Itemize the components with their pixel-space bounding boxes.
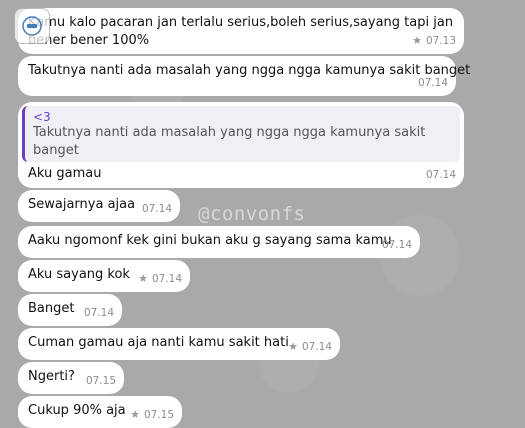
message-meta: ★ 07.14 xyxy=(288,338,332,356)
message-time: 07.14 xyxy=(301,341,332,353)
star-icon: ★ xyxy=(412,34,422,47)
reply-quote[interactable]: <3 Takutnya nanti ada masalah yang ngga … xyxy=(22,106,460,162)
message-meta: ★ 07.14 xyxy=(138,270,182,288)
app-overlay-icon[interactable] xyxy=(14,8,50,44)
message-text: Aku gamau xyxy=(28,166,102,181)
star-icon: ★ xyxy=(130,408,140,421)
message-text: Cuman gamau aja nanti kamu sakit hati xyxy=(28,335,289,350)
message-time: 07.14 xyxy=(141,203,172,215)
message-bubble[interactable]: Cukup 90% aja ★ 07.15 xyxy=(18,396,182,428)
message-meta: 07.14 xyxy=(382,236,412,254)
message-meta: ★ 07.13 xyxy=(412,32,456,50)
message-bubble[interactable]: Kamu kalo pacaran jan terlalu serius,bol… xyxy=(18,8,464,54)
message-text: Aku sayang kok xyxy=(28,267,130,282)
message-text: Banget xyxy=(28,301,75,316)
message-time: 07.14 xyxy=(151,273,182,285)
message-meta: 07.15 xyxy=(86,372,116,390)
message-meta: 07.14 xyxy=(418,74,448,92)
message-text: Takutnya nanti ada masalah yang ngga ngg… xyxy=(28,63,471,78)
message-time: 07.13 xyxy=(425,35,456,47)
message-text: Kamu kalo pacaran jan terlalu serius,bol… xyxy=(28,15,454,48)
message-bubble[interactable]: Takutnya nanti ada masalah yang ngga ngg… xyxy=(18,56,470,96)
overlay-glyph-icon xyxy=(22,16,42,36)
message-meta: 07.14 xyxy=(142,200,172,218)
message-bubble-with-reply[interactable]: <3 Takutnya nanti ada masalah yang ngga … xyxy=(18,102,464,188)
message-text: Sewajarnya ajaa xyxy=(28,197,136,212)
message-bubble[interactable]: Cuman gamau aja nanti kamu sakit hati ★ … xyxy=(18,328,340,360)
message-bubble[interactable]: Ngerti? 07.15 xyxy=(18,362,124,394)
message-meta: 07.14 xyxy=(426,166,456,184)
message-text: Cukup 90% aja xyxy=(28,403,126,418)
message-bubble[interactable]: Aaku ngomonf kek gini bukan aku g sayang… xyxy=(18,226,420,258)
star-icon: ★ xyxy=(138,272,148,285)
message-time: 07.14 xyxy=(417,77,448,89)
message-meta: ★ 07.15 xyxy=(130,406,174,424)
message-time: 07.15 xyxy=(85,375,116,387)
message-bubble[interactable]: Aku sayang kok ★ 07.14 xyxy=(18,260,190,292)
message-text: Ngerti? xyxy=(28,369,75,384)
message-time: 07.14 xyxy=(83,307,114,319)
message-meta: 07.14 xyxy=(84,304,114,322)
message-bubble[interactable]: Banget 07.14 xyxy=(18,294,122,326)
star-icon: ★ xyxy=(288,340,298,353)
message-bubble[interactable]: Sewajarnya ajaa 07.14 xyxy=(18,190,180,222)
message-time: 07.14 xyxy=(425,169,456,181)
reply-text: Takutnya nanti ada masalah yang ngga ngg… xyxy=(33,125,426,158)
watermark: @convonfs xyxy=(198,203,306,225)
message-text: Aaku ngomonf kek gini bukan aku g sayang… xyxy=(28,233,392,248)
message-time: 07.15 xyxy=(143,409,174,421)
message-time: 07.14 xyxy=(381,239,412,251)
